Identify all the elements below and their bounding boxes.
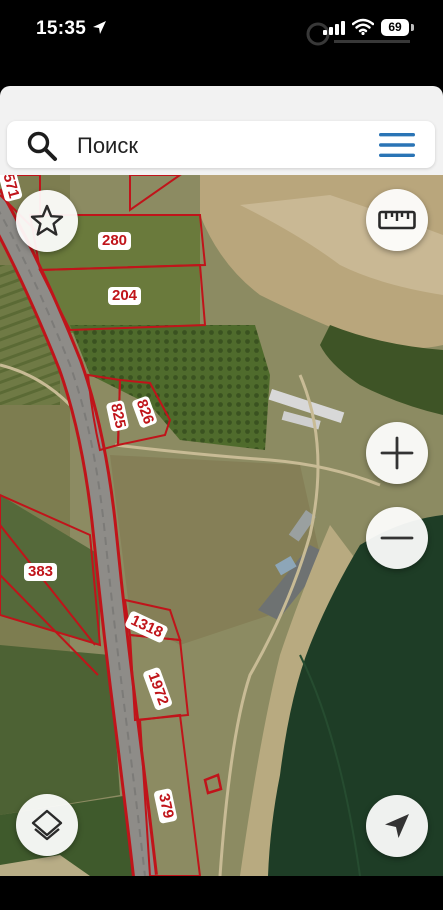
map-app-sheet: Поиск 280 204 825 826 383 1318 1972 379 … bbox=[0, 86, 443, 876]
favorite-button[interactable] bbox=[16, 190, 78, 252]
ruler-icon bbox=[378, 210, 416, 230]
locate-button[interactable] bbox=[366, 795, 428, 857]
search-input[interactable]: Поиск bbox=[77, 133, 138, 159]
zoom-out-button[interactable] bbox=[366, 507, 428, 569]
layers-button[interactable] bbox=[16, 794, 78, 856]
battery-icon: 69 bbox=[381, 19, 409, 36]
plus-icon bbox=[380, 436, 414, 470]
search-icon[interactable] bbox=[26, 130, 58, 162]
wifi-icon bbox=[352, 18, 374, 35]
parcel-label[interactable]: 280 bbox=[98, 232, 132, 250]
menu-icon[interactable] bbox=[379, 133, 415, 157]
battery-tip bbox=[411, 24, 414, 31]
status-bar: 15:35 69 bbox=[0, 0, 443, 60]
layers-icon bbox=[31, 809, 63, 841]
cell-signal-icon bbox=[323, 20, 345, 35]
ruler-button[interactable] bbox=[366, 189, 428, 251]
search-bar[interactable]: Поиск bbox=[7, 121, 435, 168]
star-icon bbox=[30, 204, 64, 236]
zoom-in-button[interactable] bbox=[366, 422, 428, 484]
parcel-label[interactable]: 383 bbox=[24, 563, 58, 581]
navigation-arrow-icon bbox=[385, 814, 409, 838]
parcel-label[interactable]: 204 bbox=[108, 287, 142, 305]
status-time: 15:35 bbox=[36, 18, 87, 39]
minus-icon bbox=[380, 536, 414, 540]
location-arrow-icon bbox=[93, 21, 106, 34]
satellite-map[interactable]: 280 204 825 826 383 1318 1972 379 571 bbox=[0, 175, 443, 876]
